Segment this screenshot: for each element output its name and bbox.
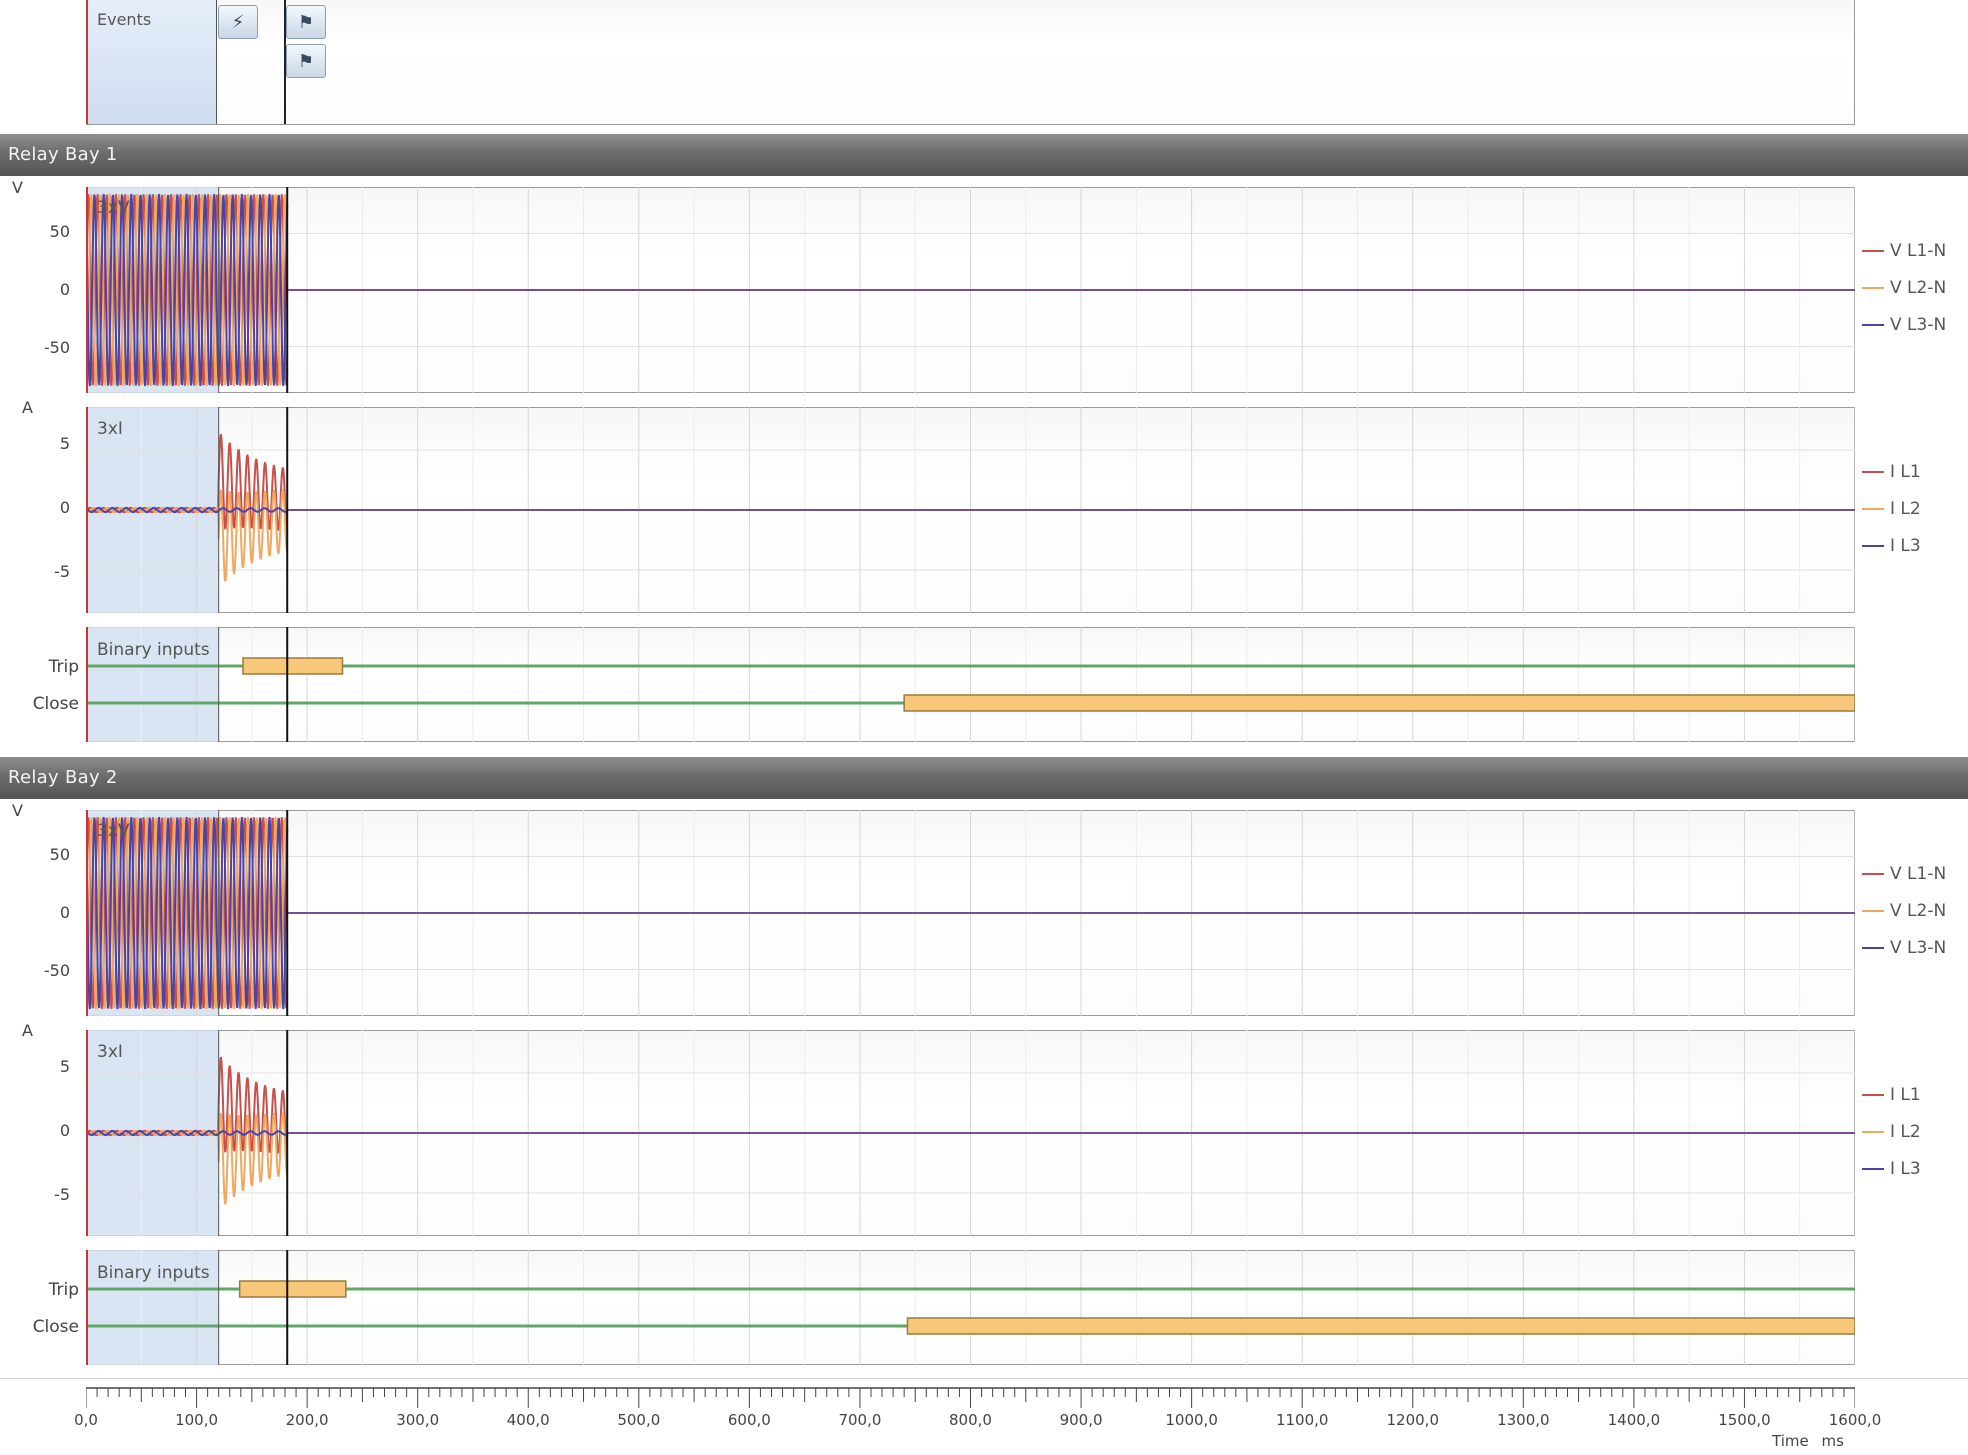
bay1-legend-il2: I L2 [1862,499,1921,519]
bay2-voltage-tick: 0 [59,903,70,922]
bay2-voltage-unit: V [12,801,23,820]
flag-icon[interactable]: ⚑ [286,44,326,78]
bay2-binary-chart[interactable] [86,1250,1855,1365]
bay2-legend-vl2: V L2-N [1862,901,1946,921]
bay1-current-tag: 3xI [97,419,123,439]
time-axis-separator [0,1378,1968,1379]
time-axis-tick-label: 1000,0 [1165,1411,1218,1429]
bay1-binary-tag: Binary inputs [97,640,210,660]
bay2-voltage-tick: 50 [49,845,70,864]
bay1-signal-close: Close [32,694,79,714]
bay1-legend-il3: I L3 [1862,536,1921,556]
bay2-current-tick: 0 [59,1121,70,1140]
time-axis-tick-label: 600,0 [727,1411,771,1429]
time-axis-tick-label: 0,0 [74,1411,98,1429]
time-axis-tick-label: 1500,0 [1718,1411,1771,1429]
bay1-legend-il1: I L1 [1862,462,1921,482]
bay2-current-tag: 3xI [97,1042,123,1062]
time-axis-tick-label: 200,0 [285,1411,329,1429]
events-panel [86,0,1855,125]
bay1-current-tick: -5 [54,562,70,581]
relay-bay-2-title: Relay Bay 2 [8,767,118,788]
bay2-voltage-tag: 3xV [97,821,130,841]
bay2-current-tick: 5 [59,1057,70,1076]
events-label: Events [97,10,152,29]
time-axis-tick-label: 1600,0 [1828,1411,1882,1429]
bay1-binary-chart[interactable] [86,627,1855,742]
bay1-current-tick: 0 [59,498,70,517]
bay1-legend-vl3: V L3-N [1862,315,1946,335]
bay1-current-chart[interactable] [86,407,1855,613]
relay-bay-1-title: Relay Bay 1 [8,144,118,165]
bay2-legend-il2: I L2 [1862,1122,1921,1142]
bay2-current-chart[interactable] [86,1030,1855,1236]
time-axis-tick-label: 700,0 [838,1411,882,1429]
binary-active-close [903,694,1855,712]
relay-bay-1-header[interactable]: Relay Bay 1 [0,134,1968,176]
bay2-signal-trip: Trip [48,1280,79,1300]
time-axis-tick-label: 1300,0 [1497,1411,1550,1429]
time-axis-tick-label: 1400,0 [1607,1411,1661,1429]
time-axis-tick-label: 800,0 [949,1411,992,1429]
bay1-voltage-tick: 50 [49,222,70,241]
time-axis-tick-label: 1100,0 [1275,1411,1329,1429]
bay1-current-tick: 5 [59,434,70,453]
bay2-current-unit: A [22,1021,33,1040]
events-separator [216,0,217,124]
bay1-legend-vl1: V L1-N [1862,241,1946,261]
bay2-binary-tag: Binary inputs [97,1263,210,1283]
binary-active-close [906,1317,1855,1335]
bay1-current-unit: A [22,398,33,417]
time-axis-tick-label: 400,0 [506,1411,550,1429]
bay2-current-tick: -5 [54,1185,70,1204]
time-axis-tick-label: 1200,0 [1386,1411,1440,1429]
time-axis-unit: ms [1821,1432,1844,1450]
bay2-voltage-chart[interactable] [86,810,1855,1016]
bay2-signal-close: Close [32,1317,79,1337]
bay1-voltage-chart[interactable] [86,187,1855,393]
time-axis-tick-label: 900,0 [1059,1411,1103,1429]
binary-active-trip [242,657,344,675]
time-axis-tick-label: 500,0 [617,1411,661,1429]
relay-bay-2-header[interactable]: Relay Bay 2 [0,757,1968,799]
bay2-legend-il1: I L1 [1862,1085,1921,1105]
lightning-icon[interactable]: ⚡ [218,5,258,39]
bay2-legend-vl3: V L3-N [1862,938,1946,958]
events-left-marker [86,0,88,124]
bay1-signal-trip: Trip [48,657,79,677]
time-axis-caption: Time ms [1772,1432,1844,1450]
bay1-voltage-unit: V [12,178,23,197]
binary-active-trip [238,1280,347,1298]
bay2-voltage-tick: -50 [43,961,70,980]
bay1-legend-vl2: V L2-N [1862,278,1946,298]
bay1-voltage-tick: 0 [59,280,70,299]
time-axis-label: Time [1772,1432,1809,1450]
bay2-legend-vl1: V L1-N [1862,864,1946,884]
bay1-voltage-tag: 3xV [97,198,130,218]
time-axis[interactable] [86,1380,1855,1410]
time-axis-tick-label: 300,0 [396,1411,440,1429]
flag-icon[interactable]: ⚑ [286,5,326,39]
time-axis-tick-label: 100,0 [175,1411,219,1429]
bay1-voltage-tick: -50 [43,338,70,357]
bay2-legend-il3: I L3 [1862,1159,1921,1179]
